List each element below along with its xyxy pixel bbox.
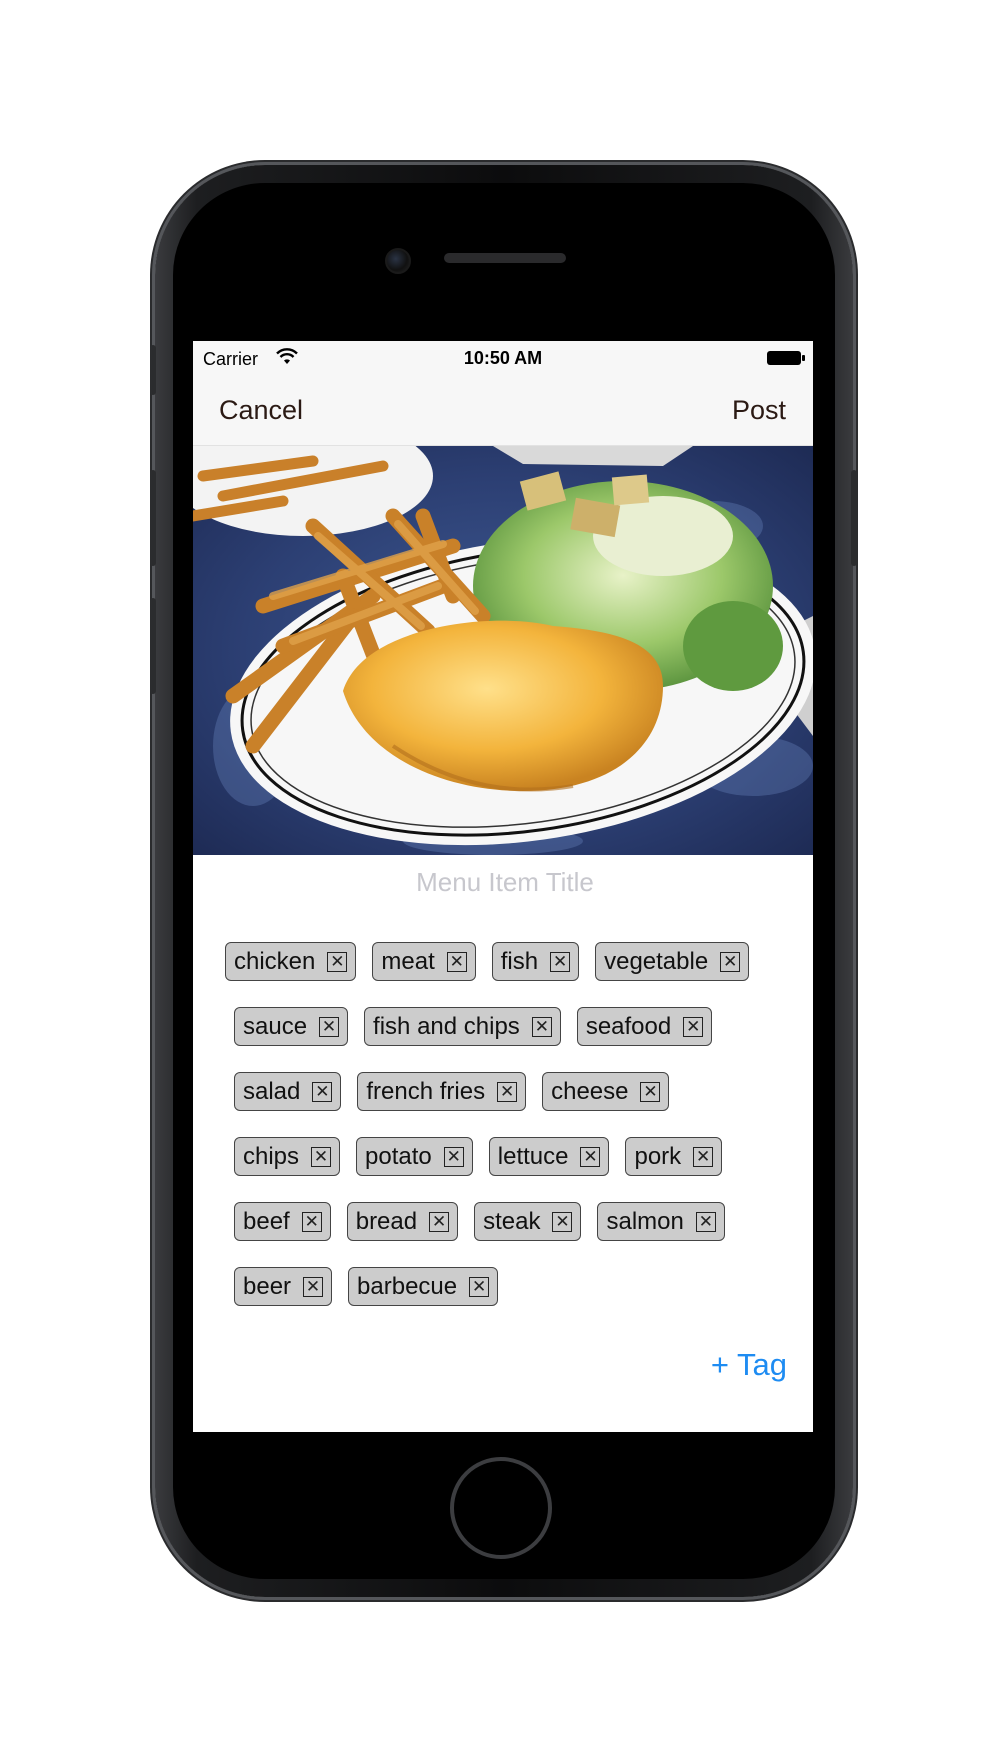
earpiece-speaker <box>444 253 566 263</box>
remove-tag-icon[interactable]: ✕ <box>469 1276 490 1297</box>
tag-chip[interactable]: barbecue ✕ <box>348 1267 499 1306</box>
remove-tag-icon[interactable]: ✕ <box>497 1081 518 1102</box>
remove-tag-icon[interactable]: ✕ <box>319 1016 340 1037</box>
remove-tag-icon[interactable]: ✕ <box>531 1016 552 1037</box>
menu-item-title-input[interactable] <box>193 861 813 903</box>
status-bar: Carrier 10:50 AM <box>193 341 813 375</box>
screen: Carrier 10:50 AM Cancel Post Menu Item T… <box>193 341 813 1432</box>
tag-chip[interactable]: steak ✕ <box>474 1202 582 1241</box>
tag-row: chips ✕ potato ✕ lettuce ✕ pork ✕ <box>234 1136 807 1177</box>
tag-label: salmon <box>606 1207 684 1235</box>
tag-label: lettuce <box>497 1142 569 1170</box>
remove-tag-icon[interactable]: ✕ <box>429 1211 450 1232</box>
tag-label: bread <box>355 1207 418 1235</box>
tag-label: meat <box>381 947 435 975</box>
remove-tag-icon[interactable]: ✕ <box>446 951 467 972</box>
tag-list: chicken ✕ meat ✕ fish ✕ vegetable ✕ sauce ✕ fish a… <box>225 941 807 1331</box>
battery-icon <box>767 351 805 365</box>
tag-row: beef ✕ bread ✕ steak ✕ salmon ✕ <box>234 1201 807 1242</box>
tag-chip[interactable]: chips ✕ <box>234 1137 341 1176</box>
tag-chip[interactable]: chicken ✕ <box>225 942 357 981</box>
tag-chip[interactable]: beef ✕ <box>234 1202 331 1241</box>
tag-label: seafood <box>585 1012 672 1040</box>
front-camera <box>385 248 411 274</box>
tag-chip[interactable]: lettuce ✕ <box>488 1137 610 1176</box>
remove-tag-icon[interactable]: ✕ <box>580 1146 601 1167</box>
tag-chip[interactable]: pork ✕ <box>625 1137 723 1176</box>
remove-tag-icon[interactable]: ✕ <box>303 1276 324 1297</box>
tag-chip[interactable]: potato ✕ <box>356 1137 473 1176</box>
volume-up-button <box>150 470 156 566</box>
tag-label: potato <box>365 1142 432 1170</box>
tag-row: sauce ✕ fish and chips ✕ seafood ✕ <box>234 1006 807 1047</box>
tag-label: fish <box>500 947 539 975</box>
tag-chip[interactable]: french fries ✕ <box>357 1072 527 1111</box>
tag-label: fish and chips <box>373 1012 520 1040</box>
volume-down-button <box>150 598 156 694</box>
home-button[interactable] <box>450 1457 552 1559</box>
tag-chip[interactable]: beer ✕ <box>234 1267 333 1306</box>
tag-chip[interactable]: fish ✕ <box>491 942 580 981</box>
remove-tag-icon[interactable]: ✕ <box>443 1146 464 1167</box>
food-photo[interactable] <box>193 446 813 855</box>
remove-tag-icon[interactable]: ✕ <box>312 1081 333 1102</box>
tag-chip[interactable]: meat ✕ <box>372 942 476 981</box>
tag-chip[interactable]: vegetable ✕ <box>595 942 750 981</box>
tag-label: cheese <box>551 1077 629 1105</box>
tag-label: sauce <box>243 1012 308 1040</box>
tag-chip[interactable]: cheese ✕ <box>542 1072 670 1111</box>
tag-label: vegetable <box>604 947 709 975</box>
remove-tag-icon[interactable]: ✕ <box>301 1211 322 1232</box>
tag-chip[interactable]: sauce ✕ <box>234 1007 349 1046</box>
remove-tag-icon[interactable]: ✕ <box>640 1081 661 1102</box>
tag-chip[interactable]: bread ✕ <box>346 1202 459 1241</box>
tag-chip[interactable]: fish and chips ✕ <box>364 1007 561 1046</box>
remove-tag-icon[interactable]: ✕ <box>550 951 571 972</box>
remove-tag-icon[interactable]: ✕ <box>327 951 348 972</box>
tag-label: french fries <box>366 1077 486 1105</box>
remove-tag-icon[interactable]: ✕ <box>552 1211 573 1232</box>
remove-tag-icon[interactable]: ✕ <box>695 1211 716 1232</box>
remove-tag-icon[interactable]: ✕ <box>683 1016 704 1037</box>
status-time: 10:50 AM <box>463 348 543 368</box>
tag-row: chicken ✕ meat ✕ fish ✕ vegetable ✕ <box>225 941 807 982</box>
tag-label: pork <box>634 1142 682 1170</box>
tag-label: steak <box>483 1207 541 1235</box>
remove-tag-icon[interactable]: ✕ <box>693 1146 714 1167</box>
food-photo-image <box>193 446 813 855</box>
tag-row: beer ✕ barbecue ✕ <box>234 1266 807 1307</box>
tag-chip[interactable]: seafood ✕ <box>576 1007 713 1046</box>
mute-switch <box>150 345 156 395</box>
post-button[interactable]: Post <box>732 395 786 426</box>
tag-chip[interactable]: salmon ✕ <box>597 1202 725 1241</box>
tag-label: salad <box>243 1077 301 1105</box>
navigation-bar: Cancel Post <box>193 375 813 446</box>
power-button <box>851 470 857 566</box>
tag-label: chicken <box>234 947 316 975</box>
tag-row: salad ✕ french fries ✕ cheese ✕ <box>234 1071 807 1112</box>
tag-label: beer <box>243 1272 292 1300</box>
remove-tag-icon[interactable]: ✕ <box>311 1146 332 1167</box>
add-tag-button[interactable]: + Tag <box>711 1347 787 1383</box>
tag-label: beef <box>243 1207 290 1235</box>
tag-label: chips <box>243 1142 300 1170</box>
remove-tag-icon[interactable]: ✕ <box>720 951 741 972</box>
tag-label: barbecue <box>357 1272 458 1300</box>
cancel-button[interactable]: Cancel <box>219 395 303 426</box>
tag-chip[interactable]: salad ✕ <box>234 1072 342 1111</box>
